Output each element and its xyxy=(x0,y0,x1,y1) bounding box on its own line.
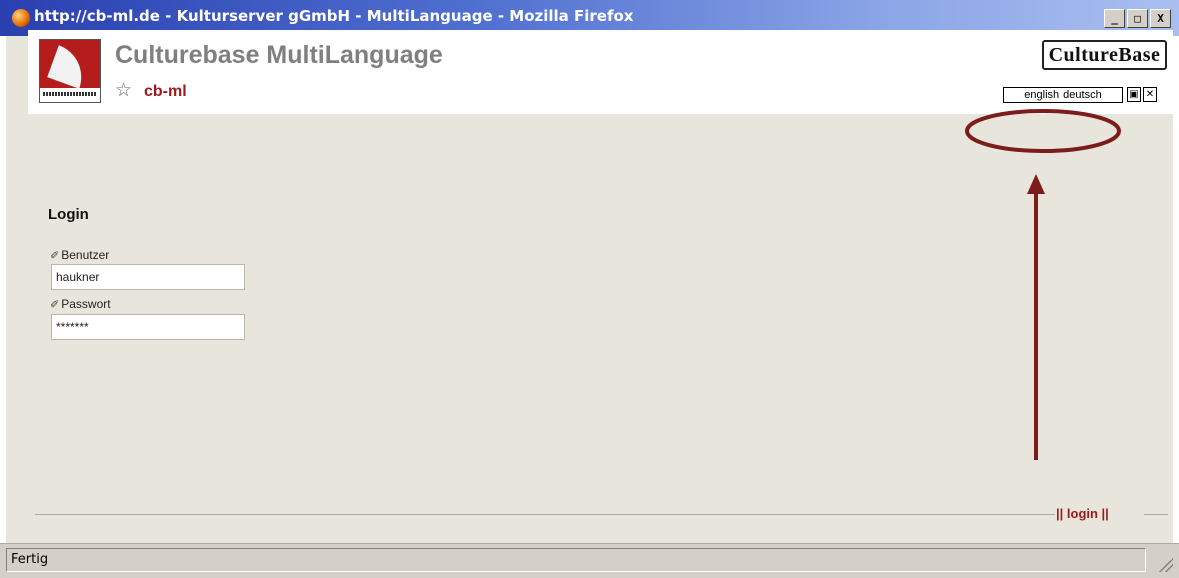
page-viewport: Culturebase MultiLanguage ☆ cb-ml Cultur… xyxy=(6,30,1173,543)
window-controls: _ □ X xyxy=(1104,9,1171,28)
login-link[interactable]: || login || xyxy=(1056,506,1109,521)
pencil-icon: ✐ xyxy=(50,250,60,262)
window-title: http://cb-ml.de - Kulturserver gGmbH - M… xyxy=(34,7,634,25)
username-input[interactable] xyxy=(51,264,245,290)
login-panel: Login ✐Benutzer ✐Passwort xyxy=(6,176,1173,485)
status-bar: Fertig xyxy=(0,543,1179,578)
minimize-button[interactable]: _ xyxy=(1104,9,1125,28)
password-label-text: Passwort xyxy=(61,297,111,311)
close-icon[interactable]: ✕ xyxy=(1143,87,1157,102)
resize-grip-icon[interactable] xyxy=(1159,558,1173,572)
user-label-text: Benutzer xyxy=(61,248,110,262)
pencil-icon: ✐ xyxy=(50,299,60,311)
window-icon[interactable]: ▣ xyxy=(1127,87,1141,102)
footer-panel: || login || xyxy=(6,493,1173,537)
star-icon[interactable]: ☆ xyxy=(115,81,132,100)
user-label: ✐ Benutzer xyxy=(50,248,109,262)
app-title: Culturebase MultiLanguage xyxy=(115,41,443,69)
footer-divider-right xyxy=(1144,514,1168,515)
subtitle-link[interactable]: cb-ml xyxy=(144,83,187,101)
site-logo[interactable] xyxy=(39,39,101,103)
firefox-icon xyxy=(12,9,30,27)
password-input[interactable] xyxy=(51,314,245,340)
footer-divider xyxy=(35,514,1055,515)
password-label: ✐ Passwort xyxy=(50,297,111,311)
login-heading: Login xyxy=(48,206,89,223)
language-deutsch[interactable]: deutsch xyxy=(1063,89,1102,101)
language-english[interactable]: english xyxy=(1024,89,1059,101)
maximize-button[interactable]: □ xyxy=(1127,9,1148,28)
culturebase-logo: CultureBase xyxy=(1042,40,1167,70)
language-switcher: english deutsch xyxy=(1003,87,1123,103)
browser-window: http://cb-ml.de - Kulturserver gGmbH - M… xyxy=(0,0,1179,578)
satellite-dish-icon xyxy=(47,45,91,89)
status-text: Fertig xyxy=(6,548,1146,572)
close-button[interactable]: X xyxy=(1150,9,1171,28)
header-panel: Culturebase MultiLanguage ☆ cb-ml Cultur… xyxy=(28,30,1173,114)
